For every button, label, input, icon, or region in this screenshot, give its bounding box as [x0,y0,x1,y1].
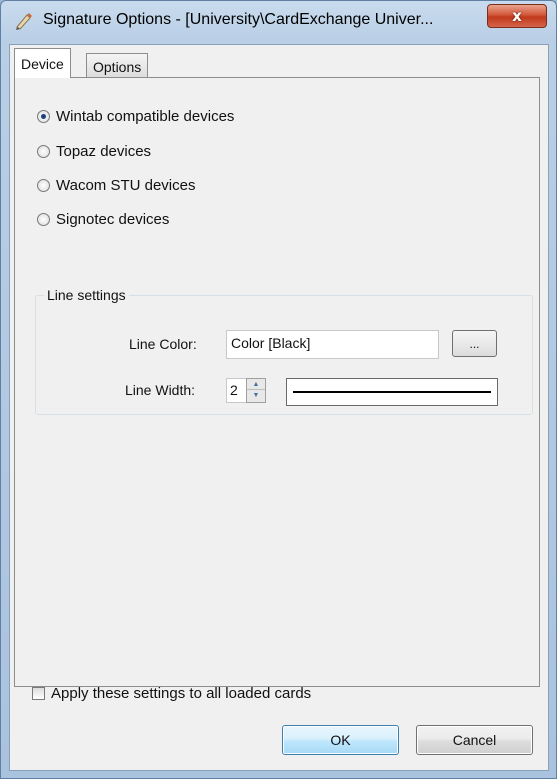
tab-device[interactable]: Device [14,48,71,78]
spin-down-icon[interactable]: ▼ [247,390,265,401]
close-icon: x [512,7,522,25]
radio-button[interactable] [37,179,50,192]
browse-color-button[interactable]: ... [452,330,497,357]
radio-topaz[interactable]: Topaz devices [37,143,151,160]
radio-button[interactable] [37,213,50,226]
title-bar[interactable]: Signature Options - [University\CardExch… [1,1,556,41]
radio-wintab[interactable]: Wintab compatible devices [37,108,234,125]
line-color-label: Line Color: [129,336,197,352]
radio-button-checked[interactable] [37,110,50,123]
radio-label-signotec: Signotec devices [56,211,170,228]
line-width-label: Line Width: [125,382,196,398]
apply-all-label: Apply these settings to all loaded cards [51,685,312,702]
radio-label-topaz: Topaz devices [56,143,152,160]
radio-button[interactable] [37,145,50,158]
line-settings-title: Line settings [44,287,129,303]
line-width-spinner[interactable]: ▲ ▼ [246,378,266,403]
radio-label-wacom-stu: Wacom STU devices [56,177,196,194]
signature-options-dialog: Signature Options - [University\CardExch… [0,0,557,779]
line-width-preview[interactable] [286,378,498,406]
apply-all-checkbox-row[interactable]: Apply these settings to all loaded cards [32,685,311,702]
close-button[interactable]: x [487,4,547,28]
line-width-input[interactable]: 2 [226,378,246,403]
apply-all-checkbox[interactable] [32,687,45,700]
line-settings-group: Line settings Line Color: Color [Black] … [35,287,533,415]
spin-up-icon[interactable]: ▲ [247,379,265,390]
radio-label-wintab: Wintab compatible devices [56,108,235,125]
radio-wacom-stu[interactable]: Wacom STU devices [37,177,195,194]
ok-button[interactable]: OK [282,725,399,755]
signature-app-icon [16,13,32,30]
tab-options[interactable]: Options [86,53,149,78]
ellipsis-icon: ... [469,336,480,351]
line-color-field[interactable]: Color [Black] [226,330,439,359]
window-title: Signature Options - [University\CardExch… [43,11,434,28]
dialog-client-area: Device Options Wintab compatible devices… [9,44,549,771]
device-tab-panel: Wintab compatible devices Topaz devices … [14,77,540,687]
radio-signotec[interactable]: Signotec devices [37,211,169,228]
cancel-button[interactable]: Cancel [416,725,533,755]
line-preview-stroke [293,391,491,393]
